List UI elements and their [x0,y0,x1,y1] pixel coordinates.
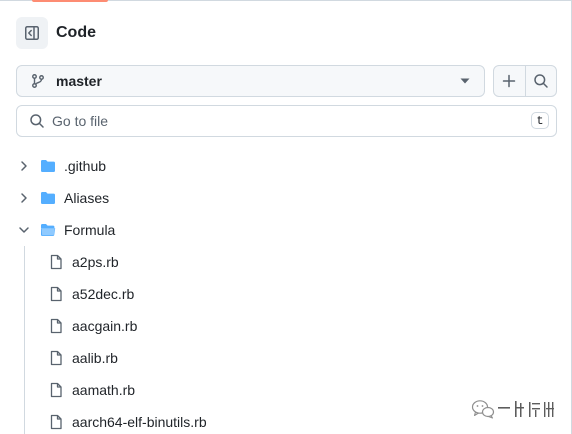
sidebar-collapse-icon [24,25,40,41]
panel-header: Code [16,17,96,49]
file-icon [48,254,64,270]
tree-folder-aliases[interactable]: Aliases [0,182,571,214]
watermark [471,396,557,422]
chevron-right-icon[interactable] [17,159,31,173]
keyboard-shortcut-hint: t [531,112,549,129]
page-title: Code [56,24,96,41]
tree-folder-formula[interactable]: Formula [0,214,571,246]
chevron-down-icon[interactable] [17,223,31,237]
tree-file[interactable]: a52dec.rb [0,278,571,310]
tree-file[interactable]: aalib.rb [0,342,571,374]
branch-name: master [56,73,102,89]
triangle-down-icon [460,78,470,84]
tree-file[interactable]: a2ps.rb [0,246,571,278]
file-name: a52dec.rb [72,286,135,302]
tree-folder-github[interactable]: .github [0,150,571,182]
file-name: aarch64-elf-binutils.rb [72,414,207,430]
go-to-file-search[interactable]: t [16,105,557,137]
tree-indent-guide [24,246,25,434]
search-code-button[interactable] [524,66,557,96]
file-icon [48,382,64,398]
search-icon [533,73,549,89]
tree-file[interactable]: aacgain.rb [0,310,571,342]
folder-icon [40,190,56,206]
file-actions-group [493,65,557,97]
file-name: aacgain.rb [72,318,138,334]
search-icon [29,113,45,129]
file-name: a2ps.rb [72,254,119,270]
wechat-logo-icon [471,396,557,422]
collapse-panel-button[interactable] [16,17,48,49]
file-tree: .github Aliases Formula a2ps.rb a52dec.r… [0,150,571,434]
file-tree-panel: Code master Go to file t .github Aliases… [0,0,572,434]
folder-name: .github [64,158,107,174]
branch-selector-button[interactable]: master [16,65,485,97]
folder-open-icon [40,222,56,238]
go-to-file-input[interactable] [52,113,492,129]
file-icon [48,350,64,366]
file-name: aalib.rb [72,350,118,366]
file-icon [48,318,64,334]
file-icon [48,286,64,302]
folder-icon [40,158,56,174]
folder-name: Formula [64,222,116,238]
file-icon [48,414,64,430]
file-name: aamath.rb [72,382,136,398]
add-file-button[interactable] [494,66,525,96]
branch-toolbar: master [16,65,557,97]
folder-name: Aliases [64,190,110,206]
git-branch-icon [30,73,46,89]
active-tab-indicator [32,0,108,2]
plus-icon [501,73,517,89]
chevron-right-icon[interactable] [17,191,31,205]
